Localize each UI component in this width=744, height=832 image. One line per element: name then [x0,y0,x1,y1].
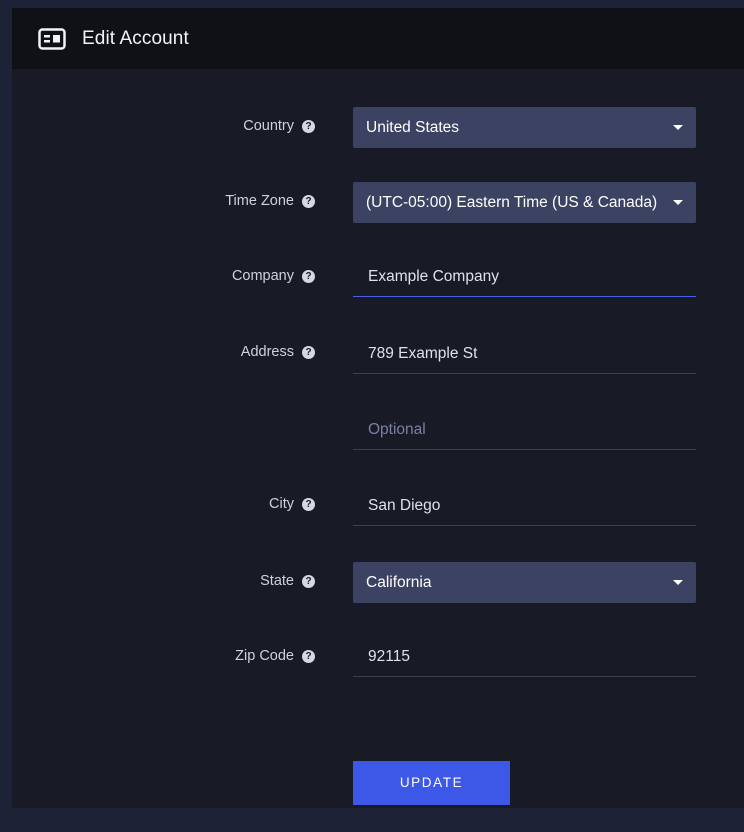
city-field[interactable]: San Diego [353,486,696,526]
timezone-select-value: (UTC-05:00) Eastern Time (US & Canada) [366,194,658,211]
city-label: City [269,496,294,512]
country-label: Country [243,118,294,134]
country-help-icon[interactable]: ? [302,120,315,133]
panel-header: Edit Account [12,8,744,69]
state-help-icon[interactable]: ? [302,575,315,588]
state-label: State [260,573,294,589]
address-help-icon[interactable]: ? [302,346,315,359]
zip-code-field[interactable]: 92115 [353,637,696,677]
company-label: Company [231,268,294,284]
address-label: Address [240,344,294,360]
zip-help-icon[interactable]: ? [302,650,315,663]
chevron-down-icon [673,125,683,130]
timezone-help-icon[interactable]: ? [302,195,315,208]
timezone-label: Time Zone [225,193,294,209]
address-line2-field[interactable]: Optional [353,410,696,450]
country-select-value: United States [366,119,460,136]
city-help-icon[interactable]: ? [302,498,315,511]
id-card-icon [38,28,66,50]
state-select[interactable]: California [353,562,696,603]
chevron-down-icon [673,580,683,585]
state-select-value: California [366,574,432,591]
page-title: Edit Account [82,28,189,49]
zip-label: Zip Code [235,648,294,664]
company-field[interactable]: Example Company [353,257,696,297]
edit-account-panel: Edit Account Country ? United States Tim… [12,8,744,808]
update-button[interactable]: UPDATE [353,761,510,805]
chevron-down-icon [673,200,683,205]
timezone-select[interactable]: (UTC-05:00) Eastern Time (US & Canada) [353,182,696,223]
country-select[interactable]: United States [353,107,696,148]
address-line1-field[interactable]: 789 Example St [353,334,696,374]
company-help-icon[interactable]: ? [302,270,315,283]
